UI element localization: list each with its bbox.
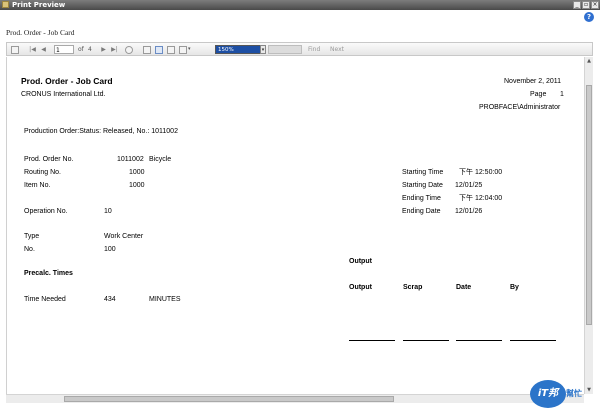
time-needed-label: Time Needed (24, 296, 66, 303)
starting-time-value: 下午 12:50:00 (459, 169, 503, 176)
stop-icon[interactable] (125, 46, 133, 54)
report-title: Prod. Order - Job Card (21, 76, 113, 86)
document-title: Prod. Order - Job Card (6, 28, 75, 37)
scrap-signature-line (403, 340, 449, 341)
report-toolbar: |◀ ◀ 1 of 4 ▶ ▶| ▾ 150% ▾ Find Next (6, 42, 593, 56)
page-number: 1 (560, 91, 564, 98)
watermark-logo-mark: iT邦 (530, 380, 566, 408)
horizontal-scroll-thumb[interactable] (64, 396, 394, 402)
routing-no-label: Routing No. (24, 169, 61, 176)
column-scrap: Scrap (403, 284, 423, 291)
print-layout-icon[interactable] (155, 46, 163, 54)
page-number-input[interactable]: 1 (54, 45, 74, 54)
starting-date-value: 12/01/25 (455, 182, 483, 189)
document-map-icon[interactable] (11, 46, 19, 54)
page-count: 4 (88, 46, 92, 53)
scroll-up-icon[interactable]: ▲ (585, 57, 593, 65)
next-page-button[interactable]: ▶ (99, 45, 108, 54)
minimize-button[interactable]: _ (573, 1, 581, 9)
prod-order-no-value: 1011002 (117, 156, 144, 163)
page-label: Page (530, 91, 547, 98)
time-needed-value: 434 (104, 296, 116, 303)
print-icon[interactable] (143, 46, 151, 54)
restore-button[interactable]: ▫ (582, 1, 590, 9)
window-title-bar: Print Preview _ ▫ × (0, 0, 600, 10)
page-setup-icon[interactable] (167, 46, 175, 54)
export-dropdown-icon[interactable]: ▾ (188, 45, 191, 54)
report-date: November 2, 2011 (504, 78, 562, 85)
output-signature-line (349, 340, 395, 341)
ending-time-label: Ending Time (402, 195, 441, 202)
next-link[interactable]: Next (330, 45, 344, 54)
operation-no-label: Operation No. (24, 208, 68, 215)
user-name: PROBFACE\Administrator (479, 104, 561, 111)
of-label: of (78, 46, 84, 53)
find-link[interactable]: Find (308, 45, 320, 54)
item-description: Bicycle (149, 156, 172, 163)
close-button[interactable]: × (591, 1, 599, 9)
item-no-label: Item No. (24, 182, 51, 189)
help-icon[interactable]: ? (584, 12, 594, 22)
vertical-scroll-thumb[interactable] (586, 85, 592, 325)
operation-no-value: 10 (104, 208, 112, 215)
time-needed-unit: MINUTES (149, 296, 181, 303)
column-output: Output (349, 284, 372, 291)
find-input[interactable] (268, 45, 302, 54)
report-filter: Production Order:Status: Released, No.: … (24, 128, 178, 135)
starting-date-label: Starting Date (402, 182, 443, 189)
ithome-watermark-logo: iT邦 幫忙 (530, 376, 596, 410)
zoom-dropdown-icon[interactable]: ▾ (260, 45, 266, 54)
by-signature-line (510, 340, 556, 341)
zoom-select[interactable]: 150% (215, 45, 261, 54)
ending-date-value: 12/01/26 (455, 208, 483, 215)
date-signature-line (456, 340, 502, 341)
report-page: Prod. Order - Job Card CRONUS Internatio… (6, 57, 585, 394)
ending-date-label: Ending Date (402, 208, 441, 215)
output-section-label: Output (349, 258, 372, 265)
type-value: Work Center (104, 233, 144, 240)
previous-page-button[interactable]: ◀ (39, 45, 48, 54)
window-title: Print Preview (12, 1, 66, 9)
routing-no-value: 1000 (129, 169, 145, 176)
column-date: Date (456, 284, 472, 291)
no-value: 100 (104, 246, 116, 253)
help-bar: ? (0, 10, 600, 24)
app-icon (2, 1, 9, 8)
watermark-logo-suffix: 幫忙 (566, 389, 582, 398)
vertical-scrollbar[interactable]: ▲ ▼ (584, 57, 593, 394)
starting-time-label: Starting Time (402, 169, 444, 176)
precalc-times-label: Precalc. Times (24, 270, 73, 277)
column-by: By (510, 284, 519, 291)
horizontal-scrollbar[interactable] (6, 394, 584, 403)
prod-order-no-label: Prod. Order No. (24, 156, 74, 163)
first-page-button[interactable]: |◀ (28, 45, 37, 54)
last-page-button[interactable]: ▶| (110, 45, 119, 54)
item-no-value: 1000 (129, 182, 145, 189)
save-icon[interactable] (179, 46, 187, 54)
type-label: Type (24, 233, 40, 240)
ending-time-value: 下午 12:04:00 (459, 195, 503, 202)
company-name: CRONUS International Ltd. (21, 91, 106, 98)
no-label: No. (24, 246, 35, 253)
